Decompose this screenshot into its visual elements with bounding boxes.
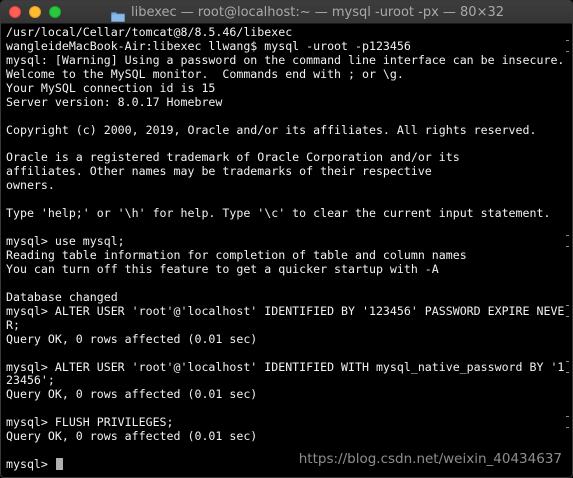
scrollbar[interactable]	[567, 26, 572, 476]
line-text: owners.	[6, 178, 55, 193]
terminal-line: Welcome to the MySQL monitor. Commands e…	[6, 66, 569, 82]
line-text: Query OK, 0 rows affected (0.01 sec)	[6, 429, 258, 444]
terminal-line: affiliates. Other names may be trademark…	[6, 164, 569, 179]
line-text: mysql> use mysql;	[6, 234, 125, 249]
line-text: Server version: 8.0.17 Homebrew	[6, 94, 223, 109]
line-text: mysql> ALTER USER 'root'@'localhost' IDE…	[6, 359, 565, 374]
terminal-line: 23456';	[6, 373, 569, 388]
terminal-line: Query OK, 0 rows affected (0.01 sec)	[6, 429, 569, 444]
terminal-line: wangleideMacBook-Air:libexec llwang$ mys…	[6, 38, 569, 54]
line-text: Reading table information for completion…	[6, 248, 467, 262]
line-text: R;	[6, 317, 20, 332]
line-text: 23456';	[6, 373, 55, 388]
terminal-line: Your MySQL connection id is 15	[6, 80, 569, 96]
terminal-line: R;	[6, 317, 569, 333]
line-text: Welcome to the MySQL monitor. Commands e…	[6, 66, 404, 81]
terminal-line: Copyright (c) 2000, 2019, Oracle and/or …	[6, 122, 569, 138]
terminal-line: owners.	[6, 178, 569, 193]
line-text: Copyright (c) 2000, 2019, Oracle and/or …	[6, 122, 537, 137]
line-text: Query OK, 0 rows affected (0.01 sec)	[6, 331, 258, 346]
terminal-line: You can turn off this feature to get a q…	[6, 261, 569, 277]
terminal-line: Query OK, 0 rows affected (0.01 sec)	[6, 387, 569, 402]
line-text: mysql> FLUSH PRIVILEGES;	[6, 415, 174, 430]
line-text: Database changed	[6, 289, 118, 304]
terminal-line: /usr/local/Cellar/tomcat@8/8.5.46/libexe…	[6, 26, 569, 40]
terminal-line: Server version: 8.0.17 Homebrew	[6, 94, 569, 110]
terminal-line: Query OK, 0 rows affected (0.01 sec)	[6, 331, 569, 347]
line-text: /usr/local/Cellar/tomcat@8/8.5.46/libexe…	[6, 26, 293, 39]
title-wrap: libexec — root@localhost:~ — mysql -uroo…	[1, 1, 572, 23]
title-bar[interactable]: libexec — root@localhost:~ — mysql -uroo…	[1, 1, 572, 24]
line-text: Oracle is a registered trademark of Orac…	[6, 150, 460, 165]
terminal-line: Database changed	[6, 289, 569, 305]
terminal-window: libexec — root@localhost:~ — mysql -uroo…	[0, 0, 573, 478]
line-text: mysql>	[6, 457, 55, 472]
terminal-line: mysql> ALTER USER 'root'@'localhost' IDE…	[6, 303, 569, 319]
terminal-line: Type 'help;' or '\h' for help. Type '\c'…	[6, 206, 569, 221]
window-title: libexec — root@localhost:~ — mysql -uroo…	[130, 4, 505, 20]
folder-icon	[111, 7, 125, 22]
terminal-line: mysql: [Warning] Using a password on the…	[6, 52, 569, 68]
terminal-line: Reading table information for completion…	[6, 248, 569, 263]
terminal-line: Oracle is a registered trademark of Orac…	[6, 150, 569, 165]
terminal-line: mysql> use mysql;	[6, 234, 569, 249]
line-text: mysql> ALTER USER 'root'@'localhost' IDE…	[6, 303, 565, 318]
line-text: Query OK, 0 rows affected (0.01 sec)	[6, 387, 258, 402]
line-text: You can turn off this feature to get a q…	[6, 261, 439, 276]
terminal-output[interactable]: /usr/local/Cellar/tomcat@8/8.5.46/libexe…	[6, 26, 569, 476]
text-cursor	[55, 458, 63, 471]
line-text: wangleideMacBook-Air:libexec llwang$ mys…	[6, 38, 411, 53]
line-text: Type 'help;' or '\h' for help. Type '\c'…	[6, 206, 551, 221]
terminal-line: mysql> ALTER USER 'root'@'localhost' IDE…	[6, 359, 569, 375]
line-text: mysql: [Warning] Using a password on the…	[6, 52, 565, 67]
watermark-text: https://blog.csdn.net/weixin_40434637	[298, 451, 562, 467]
terminal-line: mysql> FLUSH PRIVILEGES;	[6, 415, 569, 430]
line-text: Your MySQL connection id is 15	[6, 80, 216, 95]
line-text: affiliates. Other names may be trademark…	[6, 164, 432, 179]
